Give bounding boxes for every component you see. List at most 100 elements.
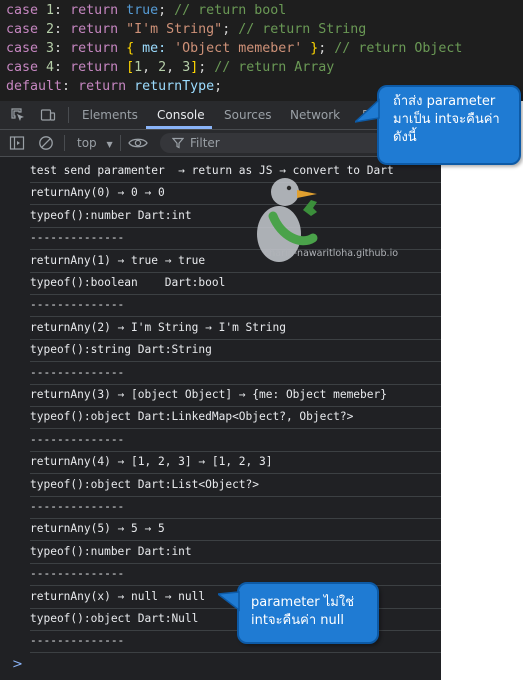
code-token: 'Object memeber' bbox=[174, 41, 303, 56]
code-token: ; bbox=[198, 60, 215, 75]
code-token: return bbox=[70, 22, 127, 37]
code-token: : bbox=[54, 3, 71, 18]
console-message: returnAny(1) → true → true bbox=[30, 253, 206, 267]
code-token: , bbox=[166, 60, 183, 75]
message-divider bbox=[30, 540, 441, 542]
code-token: 4 bbox=[46, 60, 55, 75]
message-divider bbox=[30, 204, 441, 206]
device-toolbar-icon[interactable] bbox=[40, 107, 56, 123]
code-token: : bbox=[54, 41, 71, 56]
code-token: "I'm String" bbox=[126, 22, 223, 37]
console-prompt-caret[interactable]: > bbox=[12, 657, 23, 672]
code-token: default bbox=[6, 79, 63, 94]
code-token: 1 bbox=[46, 3, 55, 18]
code-token: 3 bbox=[182, 60, 191, 75]
toolbar-divider bbox=[64, 135, 65, 151]
code-token: ; bbox=[318, 41, 335, 56]
code-token: ; bbox=[222, 22, 239, 37]
sidebar-toggle-icon[interactable] bbox=[9, 135, 25, 151]
code-token: // return String bbox=[238, 22, 367, 37]
code-token: 1 bbox=[134, 60, 143, 75]
console-message: typeof():number Dart:int bbox=[30, 544, 192, 558]
message-divider bbox=[30, 562, 441, 564]
message-divider bbox=[30, 473, 441, 475]
code-token: { bbox=[126, 41, 135, 56]
clear-console-icon[interactable] bbox=[38, 135, 54, 151]
console-message: returnAny(4) → [1, 2, 3] → [1, 2, 3] bbox=[30, 455, 273, 469]
code-token: true bbox=[126, 3, 159, 18]
inspect-element-icon[interactable] bbox=[10, 107, 26, 123]
console-message: typeof():number Dart:int bbox=[30, 208, 192, 222]
console-message: returnAny(0) → 0 → 0 bbox=[30, 186, 165, 200]
toolbar-divider bbox=[120, 135, 121, 151]
tab-divider bbox=[68, 107, 69, 123]
code-token: : bbox=[54, 60, 71, 75]
code-token: 3 bbox=[46, 41, 55, 56]
console-separator: -------------- bbox=[30, 298, 125, 312]
console-separator: -------------- bbox=[30, 634, 125, 648]
filter-icon bbox=[172, 137, 184, 149]
code-token: 2 bbox=[46, 22, 55, 37]
watermark-text: charin-nawaritloha.github.io bbox=[264, 248, 399, 259]
message-divider bbox=[30, 226, 441, 228]
code-token: case bbox=[6, 60, 47, 75]
code-line: case 1: return true; // return bool bbox=[6, 1, 286, 20]
code-token: // return bool bbox=[174, 3, 287, 18]
console-separator: -------------- bbox=[30, 500, 125, 513]
context-selector[interactable]: top ▼ bbox=[77, 134, 113, 152]
code-token: 2 bbox=[158, 60, 167, 75]
tab-network[interactable]: Network bbox=[290, 101, 340, 129]
code-token: return bbox=[70, 60, 127, 75]
message-divider bbox=[30, 361, 441, 363]
code-token: ; bbox=[214, 79, 223, 94]
code-token: // return Object bbox=[334, 41, 463, 56]
message-divider bbox=[30, 630, 441, 631]
console-separator: -------------- bbox=[30, 432, 125, 446]
code-token: case bbox=[6, 22, 47, 37]
tab-sources[interactable]: Sources bbox=[224, 101, 271, 129]
eye-icon[interactable] bbox=[128, 135, 148, 151]
code-token: : bbox=[62, 79, 79, 94]
code-line: default: return returnType; bbox=[6, 77, 222, 96]
code-token: return bbox=[70, 3, 127, 18]
message-divider bbox=[30, 450, 441, 452]
code-token: // return Array bbox=[214, 60, 335, 75]
console-message: returnAny(5) → 5 → 5 bbox=[30, 522, 165, 536]
console-message: typeof():object Dart:LinkedMap<Object?, … bbox=[30, 410, 354, 424]
callout-null-note: parameter ไม่ใช่ intจะคืนค่า null bbox=[237, 582, 379, 644]
code-token: me: bbox=[134, 41, 175, 56]
code-line: case 4: return [1, 2, 3]; // return Arra… bbox=[6, 58, 334, 77]
code-token: case bbox=[6, 41, 47, 56]
code-line: case 2: return "I'm String"; // return S… bbox=[6, 20, 366, 39]
callout-pointer-icon bbox=[218, 591, 240, 612]
tab-console[interactable]: Console bbox=[157, 101, 205, 129]
message-divider bbox=[30, 428, 441, 430]
console-message: typeof():object Dart:List<Object?> bbox=[30, 477, 260, 491]
console-message: typeof():object Dart:Null bbox=[30, 612, 199, 625]
tab-elements[interactable]: Elements bbox=[82, 101, 138, 129]
code-token: [ bbox=[126, 60, 135, 75]
console-message: returnAny(x) → null → null bbox=[30, 589, 206, 603]
code-token: return bbox=[70, 41, 127, 56]
console-message: returnAny(2) → I'm String → I'm String bbox=[30, 320, 286, 334]
code-line: case 3: return { me: 'Object memeber' };… bbox=[6, 39, 462, 58]
message-divider bbox=[30, 316, 441, 318]
context-label: top bbox=[77, 136, 97, 150]
console-message: typeof():string Dart:String bbox=[30, 343, 212, 357]
console-separator: -------------- bbox=[30, 365, 125, 379]
console-message: typeof():boolean Dart:bool bbox=[30, 276, 226, 289]
message-divider bbox=[30, 383, 441, 385]
message-divider bbox=[30, 652, 441, 654]
callout-null-text: parameter ไม่ใช่ intจะคืนค่า null bbox=[251, 595, 355, 628]
code-token: ; bbox=[158, 3, 175, 18]
console-separator: -------------- bbox=[30, 567, 125, 581]
code-token: : bbox=[54, 22, 71, 37]
filter-placeholder: Filter bbox=[190, 136, 220, 150]
message-divider bbox=[30, 338, 441, 340]
console-separator: -------------- bbox=[30, 231, 125, 245]
console-message: returnAny(3) → [object Object] → {me: Ob… bbox=[30, 388, 387, 401]
code-token: , bbox=[142, 60, 159, 75]
callout-int-note: ถ้าส่ง parameter มาเป็น intจะคืนค่าดังนี… bbox=[377, 85, 521, 165]
message-divider bbox=[30, 271, 441, 273]
message-divider bbox=[30, 585, 441, 587]
